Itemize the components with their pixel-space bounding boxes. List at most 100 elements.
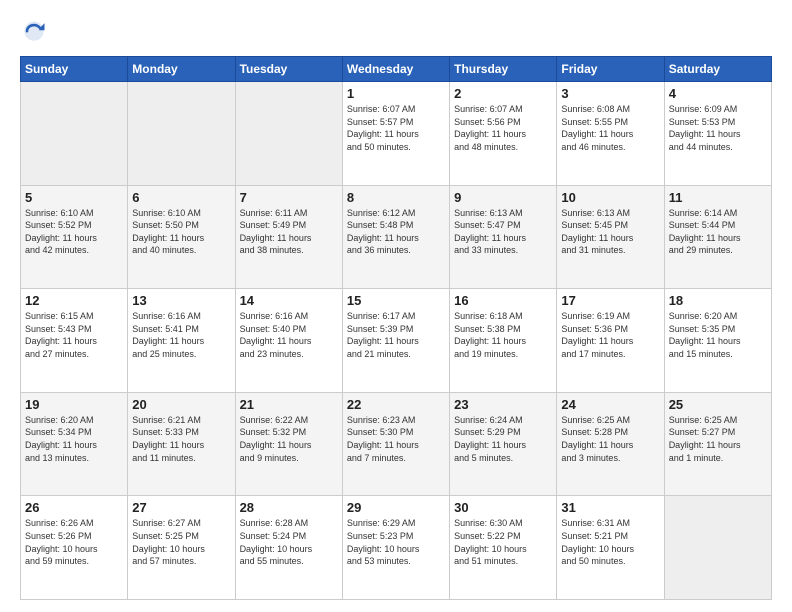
day-info: Sunrise: 6:27 AM Sunset: 5:25 PM Dayligh…	[132, 517, 230, 567]
day-number: 6	[132, 190, 230, 205]
calendar-cell: 7Sunrise: 6:11 AM Sunset: 5:49 PM Daylig…	[235, 185, 342, 289]
calendar-cell: 30Sunrise: 6:30 AM Sunset: 5:22 PM Dayli…	[450, 496, 557, 600]
day-info: Sunrise: 6:24 AM Sunset: 5:29 PM Dayligh…	[454, 414, 552, 464]
day-number: 30	[454, 500, 552, 515]
calendar-cell: 24Sunrise: 6:25 AM Sunset: 5:28 PM Dayli…	[557, 392, 664, 496]
day-number: 28	[240, 500, 338, 515]
calendar-week-row: 19Sunrise: 6:20 AM Sunset: 5:34 PM Dayli…	[21, 392, 772, 496]
day-info: Sunrise: 6:20 AM Sunset: 5:35 PM Dayligh…	[669, 310, 767, 360]
calendar-cell: 12 Sunrise: 6:15 AM Sunset: 5:43 PM Dayli…	[21, 289, 128, 393]
calendar-cell: 26 Sunrise: 6:26 AM Sunset: 5:26 PM Dayli…	[21, 496, 128, 600]
calendar-cell: 18 Sunrise: 6:20 AM Sunset: 5:35 PM Dayli…	[664, 289, 771, 393]
calendar-header-friday: Friday	[557, 57, 664, 82]
calendar-cell	[21, 82, 128, 186]
calendar-cell	[128, 82, 235, 186]
calendar-cell	[664, 496, 771, 600]
day-number: 11	[669, 190, 767, 205]
header	[20, 18, 772, 46]
calendar-header-wednesday: Wednesday	[342, 57, 449, 82]
calendar-cell: 5 Sunrise: 6:10 AM Sunset: 5:52 PM Daylig…	[21, 185, 128, 289]
calendar-header-saturday: Saturday	[664, 57, 771, 82]
day-info: Sunrise: 6:16 AM Sunset: 5:41 PM Dayligh…	[132, 310, 230, 360]
day-number: 29	[347, 500, 445, 515]
day-number: 10	[561, 190, 659, 205]
calendar-cell	[235, 82, 342, 186]
day-number: 4	[669, 86, 767, 101]
calendar-cell: 6 Sunrise: 6:10 AM Sunset: 5:50 PM Daylig…	[128, 185, 235, 289]
calendar-cell: 29 Sunrise: 6:29 AM Sunset: 5:23 PM Dayli…	[342, 496, 449, 600]
calendar-cell: 27 Sunrise: 6:27 AM Sunset: 5:25 PM Dayli…	[128, 496, 235, 600]
day-info: Sunrise: 6:10 AM Sunset: 5:50 PM Dayligh…	[132, 207, 230, 257]
day-info: Sunrise: 6:19 AM Sunset: 5:36 PM Dayligh…	[561, 310, 659, 360]
day-number: 31	[561, 500, 659, 515]
calendar-week-row: 5 Sunrise: 6:10 AM Sunset: 5:52 PM Daylig…	[21, 185, 772, 289]
day-info: Sunrise: 6:26 AM Sunset: 5:26 PM Dayligh…	[25, 517, 123, 567]
logo-icon	[20, 18, 48, 46]
day-number: 14	[240, 293, 338, 308]
day-info: Sunrise: 6:17 AM Sunset: 5:39 PM Dayligh…	[347, 310, 445, 360]
day-info: Sunrise: 6:29 AM Sunset: 5:23 PM Dayligh…	[347, 517, 445, 567]
calendar-cell: 2 Sunrise: 6:07 AM Sunset: 5:56 PM Daylig…	[450, 82, 557, 186]
day-number: 13	[132, 293, 230, 308]
day-info: Sunrise: 6:10 AM Sunset: 5:52 PM Dayligh…	[25, 207, 123, 257]
calendar-header-row: SundayMondayTuesdayWednesdayThursdayFrid…	[21, 57, 772, 82]
page: SundayMondayTuesdayWednesdayThursdayFrid…	[0, 0, 792, 612]
day-info: Sunrise: 6:25 AM Sunset: 5:27 PM Dayligh…	[669, 414, 767, 464]
day-number: 2	[454, 86, 552, 101]
day-number: 25	[669, 397, 767, 412]
day-info: Sunrise: 6:11 AM Sunset: 5:49 PM Dayligh…	[240, 207, 338, 257]
day-info: Sunrise: 6:07 AM Sunset: 5:56 PM Dayligh…	[454, 103, 552, 153]
day-number: 5	[25, 190, 123, 205]
day-number: 16	[454, 293, 552, 308]
calendar-header-tuesday: Tuesday	[235, 57, 342, 82]
day-info: Sunrise: 6:21 AM Sunset: 5:33 PM Dayligh…	[132, 414, 230, 464]
day-info: Sunrise: 6:12 AM Sunset: 5:48 PM Dayligh…	[347, 207, 445, 257]
day-number: 9	[454, 190, 552, 205]
calendar-cell: 22 Sunrise: 6:23 AM Sunset: 5:30 PM Dayli…	[342, 392, 449, 496]
day-info: Sunrise: 6:16 AM Sunset: 5:40 PM Dayligh…	[240, 310, 338, 360]
day-number: 27	[132, 500, 230, 515]
calendar-header-sunday: Sunday	[21, 57, 128, 82]
day-info: Sunrise: 6:13 AM Sunset: 5:47 PM Dayligh…	[454, 207, 552, 257]
day-info: Sunrise: 6:31 AM Sunset: 5:21 PM Dayligh…	[561, 517, 659, 567]
day-info: Sunrise: 6:18 AM Sunset: 5:38 PM Dayligh…	[454, 310, 552, 360]
calendar-cell: 13 Sunrise: 6:16 AM Sunset: 5:41 PM Dayli…	[128, 289, 235, 393]
day-number: 26	[25, 500, 123, 515]
calendar-cell: 1 Sunrise: 6:07 AM Sunset: 5:57 PM Daylig…	[342, 82, 449, 186]
day-number: 8	[347, 190, 445, 205]
day-number: 20	[132, 397, 230, 412]
day-info: Sunrise: 6:13 AM Sunset: 5:45 PM Dayligh…	[561, 207, 659, 257]
day-number: 12	[25, 293, 123, 308]
calendar-cell: 16 Sunrise: 6:18 AM Sunset: 5:38 PM Dayli…	[450, 289, 557, 393]
calendar-cell: 4 Sunrise: 6:09 AM Sunset: 5:53 PM Daylig…	[664, 82, 771, 186]
day-number: 17	[561, 293, 659, 308]
calendar-cell: 10 Sunrise: 6:13 AM Sunset: 5:45 PM Dayli…	[557, 185, 664, 289]
calendar-cell: 11 Sunrise: 6:14 AM Sunset: 5:44 PM Dayli…	[664, 185, 771, 289]
calendar-week-row: 1 Sunrise: 6:07 AM Sunset: 5:57 PM Daylig…	[21, 82, 772, 186]
calendar-cell: 23 Sunrise: 6:24 AM Sunset: 5:29 PM Dayli…	[450, 392, 557, 496]
calendar-cell: 14 Sunrise: 6:16 AM Sunset: 5:40 PM Dayli…	[235, 289, 342, 393]
day-number: 18	[669, 293, 767, 308]
day-info: Sunrise: 6:15 AM Sunset: 5:43 PM Dayligh…	[25, 310, 123, 360]
calendar-cell: 25 Sunrise: 6:25 AM Sunset: 5:27 PM Dayli…	[664, 392, 771, 496]
calendar-cell: 19Sunrise: 6:20 AM Sunset: 5:34 PM Dayli…	[21, 392, 128, 496]
calendar-header-monday: Monday	[128, 57, 235, 82]
day-info: Sunrise: 6:28 AM Sunset: 5:24 PM Dayligh…	[240, 517, 338, 567]
day-number: 22	[347, 397, 445, 412]
day-info: Sunrise: 6:23 AM Sunset: 5:30 PM Dayligh…	[347, 414, 445, 464]
day-number: 15	[347, 293, 445, 308]
calendar-cell: 21Sunrise: 6:22 AM Sunset: 5:32 PM Dayli…	[235, 392, 342, 496]
calendar-cell: 31 Sunrise: 6:31 AM Sunset: 5:21 PM Dayli…	[557, 496, 664, 600]
day-info: Sunrise: 6:20 AM Sunset: 5:34 PM Dayligh…	[25, 414, 123, 464]
calendar-cell: 20 Sunrise: 6:21 AM Sunset: 5:33 PM Dayli…	[128, 392, 235, 496]
day-info: Sunrise: 6:09 AM Sunset: 5:53 PM Dayligh…	[669, 103, 767, 153]
calendar-cell: 15 Sunrise: 6:17 AM Sunset: 5:39 PM Dayli…	[342, 289, 449, 393]
day-number: 1	[347, 86, 445, 101]
day-info: Sunrise: 6:22 AM Sunset: 5:32 PM Dayligh…	[240, 414, 338, 464]
calendar-cell: 17 Sunrise: 6:19 AM Sunset: 5:36 PM Dayli…	[557, 289, 664, 393]
calendar-cell: 8 Sunrise: 6:12 AM Sunset: 5:48 PM Daylig…	[342, 185, 449, 289]
day-number: 23	[454, 397, 552, 412]
calendar-cell: 9 Sunrise: 6:13 AM Sunset: 5:47 PM Daylig…	[450, 185, 557, 289]
day-info: Sunrise: 6:14 AM Sunset: 5:44 PM Dayligh…	[669, 207, 767, 257]
day-info: Sunrise: 6:07 AM Sunset: 5:57 PM Dayligh…	[347, 103, 445, 153]
